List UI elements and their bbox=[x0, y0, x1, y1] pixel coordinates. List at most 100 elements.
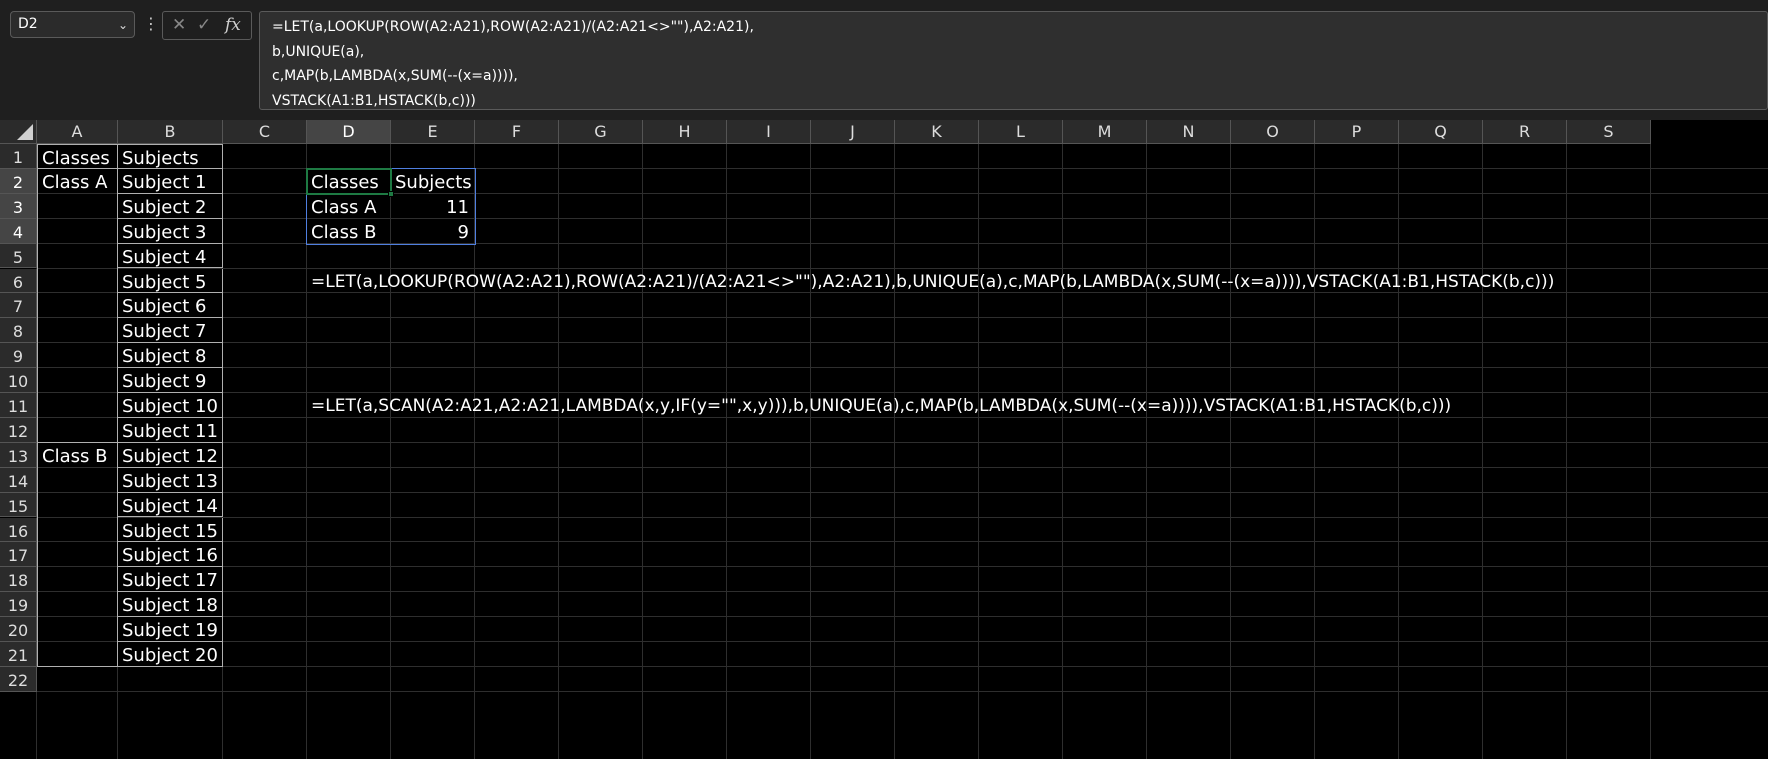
cell-e3[interactable]: 11 bbox=[391, 194, 475, 219]
gridline-horizontal bbox=[37, 616, 1768, 618]
enter-icon[interactable]: ✓ bbox=[197, 15, 211, 35]
row-header-1[interactable]: 1 bbox=[0, 144, 37, 169]
column-header-f[interactable]: F bbox=[475, 120, 559, 144]
row-header-4[interactable]: 4 bbox=[0, 218, 37, 244]
cell-d6[interactable]: =LET(a,LOOKUP(ROW(A2:A21),ROW(A2:A21)/(A… bbox=[307, 269, 1687, 294]
cell-b16[interactable]: Subject 15 bbox=[118, 517, 223, 543]
cell-b5[interactable]: Subject 4 bbox=[118, 243, 223, 269]
row-header-20[interactable]: 20 bbox=[0, 617, 37, 642]
cell-b1[interactable]: Subjects bbox=[118, 144, 223, 169]
formula-buttons: ✕ ✓ fx bbox=[162, 11, 252, 40]
cell-b9[interactable]: Subject 8 bbox=[118, 343, 223, 369]
formula-input[interactable]: =LET(a,LOOKUP(ROW(A2:A21),ROW(A2:A21)/(A… bbox=[259, 11, 1768, 110]
column-header-m[interactable]: M bbox=[1063, 120, 1147, 144]
cell-b14[interactable]: Subject 13 bbox=[118, 467, 223, 493]
cell-d11[interactable]: =LET(a,SCAN(A2:A21,A2:A21,LAMBDA(x,y,IF(… bbox=[307, 393, 1687, 418]
gridline-horizontal bbox=[37, 541, 1768, 543]
row-header-3[interactable]: 3 bbox=[0, 193, 37, 219]
cell-a1[interactable]: Classes bbox=[37, 144, 118, 169]
row-header-15[interactable]: 15 bbox=[0, 492, 37, 518]
cell-b15[interactable]: Subject 14 bbox=[118, 492, 223, 518]
row-header-9[interactable]: 9 bbox=[0, 343, 37, 369]
cell-b10[interactable]: Subject 9 bbox=[118, 368, 223, 393]
cell-b21[interactable]: Subject 20 bbox=[118, 642, 223, 667]
column-header-i[interactable]: I bbox=[727, 120, 811, 144]
row-header-6[interactable]: 6 bbox=[0, 268, 37, 294]
column-header-q[interactable]: Q bbox=[1399, 120, 1483, 144]
gridline-horizontal bbox=[37, 665, 1768, 667]
chevron-down-icon[interactable]: ⌄ bbox=[118, 13, 128, 38]
column-header-c[interactable]: C bbox=[223, 120, 307, 144]
column-header-n[interactable]: N bbox=[1147, 120, 1231, 144]
column-header-b[interactable]: B bbox=[118, 120, 223, 144]
cell-d4[interactable]: Class B bbox=[307, 219, 391, 244]
row-header-5[interactable]: 5 bbox=[0, 243, 37, 269]
cell-e2[interactable]: Subjects bbox=[391, 169, 475, 194]
column-header-s[interactable]: S bbox=[1567, 120, 1651, 144]
fill-handle[interactable] bbox=[388, 190, 394, 197]
row-header-21[interactable]: 21 bbox=[0, 642, 37, 667]
gridline-horizontal bbox=[37, 491, 1768, 493]
column-header-j[interactable]: J bbox=[811, 120, 895, 144]
cell-b7[interactable]: Subject 6 bbox=[118, 293, 223, 319]
gridline-horizontal bbox=[37, 317, 1768, 319]
cell-b11[interactable]: Subject 10 bbox=[118, 393, 223, 418]
column-header-g[interactable]: G bbox=[559, 120, 643, 144]
column-header-p[interactable]: P bbox=[1315, 120, 1399, 144]
select-all-button[interactable] bbox=[0, 120, 37, 144]
row-header-8[interactable]: 8 bbox=[0, 318, 37, 344]
row-header-12[interactable]: 12 bbox=[0, 417, 37, 443]
column-header-r[interactable]: R bbox=[1483, 120, 1567, 144]
formula-line-3: c,MAP(b,LAMBDA(x,SUM(--(x=a)))), bbox=[272, 68, 518, 84]
cell-a2[interactable]: Class A bbox=[37, 168, 118, 443]
row-header-16[interactable]: 16 bbox=[0, 517, 37, 543]
column-header-a[interactable]: A bbox=[37, 120, 118, 144]
cell-b3[interactable]: Subject 2 bbox=[118, 193, 223, 219]
cell-b8[interactable]: Subject 7 bbox=[118, 318, 223, 344]
name-box[interactable]: D2 ⌄ bbox=[10, 11, 135, 38]
cell-b12[interactable]: Subject 11 bbox=[118, 417, 223, 443]
cell-b20[interactable]: Subject 19 bbox=[118, 617, 223, 642]
cell-d2[interactable]: Classes bbox=[307, 169, 391, 194]
cell-b17[interactable]: Subject 16 bbox=[118, 542, 223, 568]
gridline-horizontal bbox=[37, 516, 1768, 518]
row-header-17[interactable]: 17 bbox=[0, 542, 37, 568]
insert-function-icon[interactable]: fx bbox=[225, 15, 241, 35]
gridline-horizontal bbox=[37, 217, 1768, 219]
gridline-horizontal bbox=[37, 591, 1768, 593]
row-header-7[interactable]: 7 bbox=[0, 293, 37, 319]
column-header-o[interactable]: O bbox=[1231, 120, 1315, 144]
cell-b4[interactable]: Subject 3 bbox=[118, 218, 223, 244]
more-options-icon[interactable]: ⋮ bbox=[143, 14, 159, 36]
cell-e4[interactable]: 9 bbox=[391, 219, 475, 244]
cell-b18[interactable]: Subject 17 bbox=[118, 567, 223, 593]
row-header-13[interactable]: 13 bbox=[0, 442, 37, 468]
column-header-e[interactable]: E bbox=[391, 120, 475, 144]
gridline-horizontal bbox=[37, 690, 1768, 692]
cell-b2[interactable]: Subject 1 bbox=[118, 168, 223, 194]
row-header-19[interactable]: 19 bbox=[0, 592, 37, 618]
cell-b19[interactable]: Subject 18 bbox=[118, 592, 223, 618]
formula-line-2: b,UNIQUE(a), bbox=[272, 43, 365, 60]
gridline-horizontal bbox=[37, 192, 1768, 194]
gridline-horizontal bbox=[37, 242, 1768, 244]
column-header-l[interactable]: L bbox=[979, 120, 1063, 144]
column-header-h[interactable]: H bbox=[643, 120, 727, 144]
cancel-icon[interactable]: ✕ bbox=[172, 15, 186, 35]
row-header-2[interactable]: 2 bbox=[0, 168, 37, 194]
column-header-d[interactable]: D bbox=[307, 120, 391, 144]
cell-d3[interactable]: Class A bbox=[307, 194, 391, 219]
cell-b13[interactable]: Subject 12 bbox=[118, 442, 223, 468]
row-header-22[interactable]: 22 bbox=[0, 666, 37, 692]
cell-a13[interactable]: Class B bbox=[37, 442, 118, 667]
row-header-18[interactable]: 18 bbox=[0, 567, 37, 593]
cell-b6[interactable]: Subject 5 bbox=[118, 268, 223, 294]
select-all-icon bbox=[17, 124, 33, 140]
column-header-k[interactable]: K bbox=[895, 120, 979, 144]
gridline-horizontal bbox=[37, 641, 1768, 642]
gridline-horizontal bbox=[37, 367, 1768, 369]
row-header-11[interactable]: 11 bbox=[0, 393, 37, 418]
row-header-10[interactable]: 10 bbox=[0, 368, 37, 393]
worksheet-grid[interactable]: A B C D E F G H I J K L M N O P Q R S 1 2 3 4 5 6 7 8 9 10 11 12 13 14 15… bbox=[0, 120, 1768, 759]
row-header-14[interactable]: 14 bbox=[0, 467, 37, 493]
